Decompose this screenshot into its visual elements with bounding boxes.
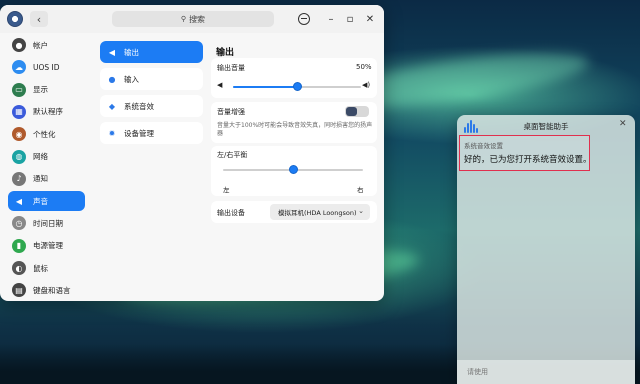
balance-left-label: 左	[223, 186, 230, 194]
subnav-item-label: 输入	[124, 74, 139, 84]
sound-effects-icon: ◆	[108, 101, 116, 111]
close-button[interactable]: ✕	[361, 10, 379, 28]
default-apps-icon: ▦	[12, 104, 26, 119]
chevron-left-icon: ‹	[36, 12, 42, 26]
assistant-title: 桌面智能助手	[523, 122, 569, 131]
sidebar-item-label: 帐户	[33, 40, 48, 50]
assistant-input-placeholder: 请使用	[467, 368, 488, 376]
sidebar-item[interactable]: ▮ 电源管理	[8, 236, 85, 256]
volume-card: 输出音量 50% ◀ ◀)	[211, 58, 377, 98]
speaker-icon: ◀	[15, 196, 23, 206]
subnav-item[interactable]: ◆ 系统音效	[100, 95, 203, 117]
cloud-icon: ☁	[12, 60, 26, 75]
sidebar-item[interactable]: ▤ 键盘和语言	[8, 280, 85, 300]
keyboard-icon: ▤	[12, 283, 26, 298]
battery-icon: ▮	[12, 238, 26, 253]
sidebar-item-label: 默认程序	[33, 107, 63, 117]
subnav-item-label: 设备管理	[124, 128, 154, 138]
sidebar-item[interactable]: ▭ 显示	[8, 80, 85, 100]
sidebar-item-label: 声音	[33, 196, 48, 206]
minimize-button[interactable]: –	[322, 10, 340, 28]
sidebar-item[interactable]: ◍ 网络	[8, 147, 85, 167]
assistant-close-button[interactable]: ✕	[619, 119, 627, 129]
search-icon: ⚲	[180, 15, 187, 23]
sidebar-item[interactable]: ◀ 声音	[8, 191, 85, 212]
volume-low-icon: ◀	[217, 81, 223, 89]
sidebar-item-label: 电源管理	[33, 241, 63, 251]
sidebar-item-label: UOS ID	[33, 62, 60, 72]
page-title: 输出	[216, 48, 235, 58]
boost-toggle-knob	[346, 107, 357, 116]
sidebar-item-label: 网络	[33, 152, 48, 161]
volume-label: 输出音量	[217, 64, 245, 72]
sidebar-item[interactable]: ◷ 时间日期	[8, 213, 85, 233]
device-gear-icon: ✹	[108, 128, 116, 138]
output-device-select[interactable]: 模拟耳机(HDA Loongson) ⌄	[270, 204, 370, 220]
menu-button[interactable]	[298, 13, 310, 25]
assistant-input[interactable]: 请使用	[457, 360, 635, 384]
sidebar-item-label: 通知	[33, 174, 48, 184]
boost-toggle[interactable]	[345, 106, 369, 117]
volume-slider-thumb[interactable]	[292, 82, 302, 91]
balance-right-label: 右	[357, 186, 364, 194]
volume-high-icon: ◀)	[362, 81, 371, 89]
back-button[interactable]: ‹	[30, 11, 48, 27]
balance-label: 左/右平衡	[217, 151, 248, 159]
sidebar-item[interactable]: ● 帐户	[8, 35, 85, 55]
balance-card: 左/右平衡 左 右	[211, 146, 377, 196]
volume-slider-fill	[233, 86, 297, 88]
assistant-response-subtitle: 系统音效设置	[464, 142, 503, 150]
microphone-icon: ●	[108, 74, 116, 84]
sidebar-item[interactable]: ☁ UOS ID	[8, 57, 85, 77]
volume-value: 50%	[356, 63, 372, 71]
sidebar-item[interactable]: ◉ 个性化	[8, 124, 85, 144]
sidebar-item-label: 时间日期	[33, 218, 63, 228]
bell-icon: ♪	[12, 171, 26, 186]
speaker-icon: ◀	[108, 47, 116, 57]
settings-window: ‹ ⚲ 搜索 – ▫ ✕ ● 帐户 ☁ UOS ID ▭ 显示 ▦ 默认程序 ◉ 个性化 ◍ 网络 ♪ 通…	[0, 5, 384, 301]
device-label: 输出设备	[217, 209, 245, 217]
sidebar-item-label: 键盘和语言	[33, 285, 71, 295]
sidebar-item-label: 鼠标	[33, 263, 48, 273]
network-icon: ◍	[12, 149, 26, 164]
sidebar-item[interactable]: ◐ 鼠标	[8, 258, 85, 278]
settings-sidebar: ● 帐户 ☁ UOS ID ▭ 显示 ▦ 默认程序 ◉ 个性化 ◍ 网络 ♪ 通知 ◀ 声音 ◷ 时间日期 ▮ 电源管…	[0, 33, 92, 301]
palette-icon: ◉	[12, 127, 26, 142]
search-placeholder: 搜索	[189, 14, 206, 24]
titlebar: ‹ ⚲ 搜索 – ▫ ✕	[0, 5, 384, 33]
assistant-response-card: 系统音效设置 好的，已为您打开系统音效设置。	[459, 135, 592, 171]
assistant-response-message: 好的，已为您打开系统音效设置。	[464, 155, 592, 165]
maximize-button[interactable]: ▫	[341, 10, 359, 28]
chevron-down-icon: ⌄	[358, 207, 364, 215]
subnav-item[interactable]: ● 输入	[100, 68, 203, 90]
subnav-item[interactable]: ◀ 输出	[100, 41, 203, 63]
boost-card: 音量增强 音量大于100%时可能会导致音效失真，同时损害您的扬声器	[211, 102, 377, 143]
control-center-logo-icon	[7, 11, 23, 27]
subnav-item[interactable]: ✹ 设备管理	[100, 122, 203, 144]
sidebar-item[interactable]: ♪ 通知	[8, 169, 85, 189]
search-input[interactable]: ⚲ 搜索	[112, 11, 274, 27]
subnav-item-label: 输出	[124, 47, 139, 57]
subnav-item-label: 系统音效	[124, 101, 154, 111]
clock-icon: ◷	[12, 216, 26, 231]
sidebar-item-label: 显示	[33, 85, 48, 95]
mouse-icon: ◐	[12, 261, 26, 275]
boost-hint: 音量大于100%时可能会导致音效失真，同时损害您的扬声器	[217, 122, 373, 137]
device-card: 输出设备 模拟耳机(HDA Loongson) ⌄	[211, 201, 377, 223]
assistant-window: 桌面智能助手 ✕ 系统音效设置 好的，已为您打开系统音效设置。 请使用	[457, 115, 635, 384]
sidebar-item-label: 个性化	[33, 129, 56, 139]
monitor-icon: ▭	[12, 82, 26, 97]
output-device-value: 模拟耳机(HDA Loongson)	[278, 209, 357, 217]
balance-slider-thumb[interactable]	[288, 165, 298, 174]
user-icon: ●	[12, 38, 26, 52]
assistant-header: 桌面智能助手 ✕	[457, 115, 635, 137]
boost-label: 音量增强	[217, 108, 245, 116]
sidebar-item[interactable]: ▦ 默认程序	[8, 102, 85, 122]
